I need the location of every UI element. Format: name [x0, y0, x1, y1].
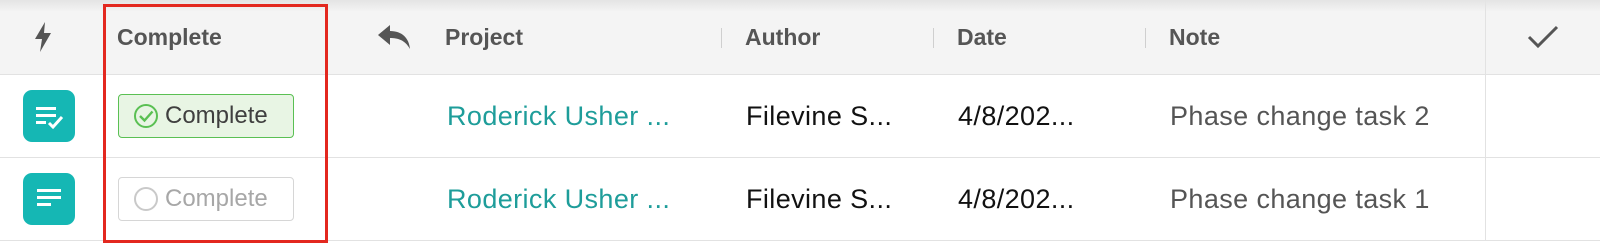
header-action-cell[interactable] [0, 0, 86, 74]
complete-button-label: Complete [165, 102, 268, 129]
table-row[interactable]: Complete Roderick Usher ... Filevine S..… [0, 158, 1600, 241]
reply-arrow-icon[interactable] [376, 23, 412, 51]
complete-button[interactable]: Complete [118, 94, 294, 138]
empty-circle-icon [134, 187, 158, 211]
column-divider-right [1485, 158, 1486, 240]
project-link[interactable]: Roderick Usher ... [447, 101, 670, 132]
author-text: Filevine S... [746, 183, 893, 214]
note-cell: Phase change task 1 [1170, 158, 1430, 240]
checkmark-icon[interactable] [1526, 24, 1560, 50]
column-divider[interactable] [1145, 28, 1146, 48]
row-icon-cell [0, 75, 97, 157]
column-divider-right [1485, 75, 1486, 157]
column-header-author[interactable]: Author [745, 0, 820, 74]
complete-button-label: Complete [165, 185, 268, 212]
author-cell: Filevine S... [746, 75, 922, 157]
date-cell: 4/8/202... [958, 75, 1134, 157]
select-all-cell[interactable] [1486, 0, 1600, 74]
check-circle-icon [134, 104, 158, 128]
project-cell: Roderick Usher ... [447, 75, 709, 157]
column-divider[interactable] [933, 28, 934, 48]
note-text: Phase change task 2 [1170, 100, 1430, 131]
complete-cell: Complete [118, 75, 294, 157]
author-cell: Filevine S... [746, 158, 922, 240]
column-header-project[interactable]: Project [445, 0, 523, 74]
column-header-complete[interactable]: Complete [117, 0, 222, 74]
lightning-bolt-icon[interactable] [33, 21, 53, 53]
reply-cell[interactable] [372, 0, 416, 74]
complete-button[interactable]: Complete [118, 177, 294, 221]
row-icon-cell [0, 158, 97, 240]
note-text: Phase change task 1 [1170, 183, 1430, 214]
task-list-check-icon[interactable] [22, 90, 75, 142]
note-cell: Phase change task 2 [1170, 75, 1430, 157]
complete-cell: Complete [118, 158, 294, 240]
date-text: 4/8/202... [958, 100, 1075, 131]
task-list-icon[interactable] [22, 173, 75, 225]
project-cell: Roderick Usher ... [447, 158, 709, 240]
date-cell: 4/8/202... [958, 158, 1134, 240]
table-row[interactable]: Complete Roderick Usher ... Filevine S..… [0, 75, 1600, 158]
date-text: 4/8/202... [958, 183, 1075, 214]
column-header-date[interactable]: Date [957, 0, 1007, 74]
author-text: Filevine S... [746, 100, 893, 131]
column-divider[interactable] [721, 28, 722, 48]
table-header: Complete Project Author Date Note [0, 0, 1600, 75]
column-header-note[interactable]: Note [1169, 0, 1220, 74]
project-link[interactable]: Roderick Usher ... [447, 184, 670, 215]
